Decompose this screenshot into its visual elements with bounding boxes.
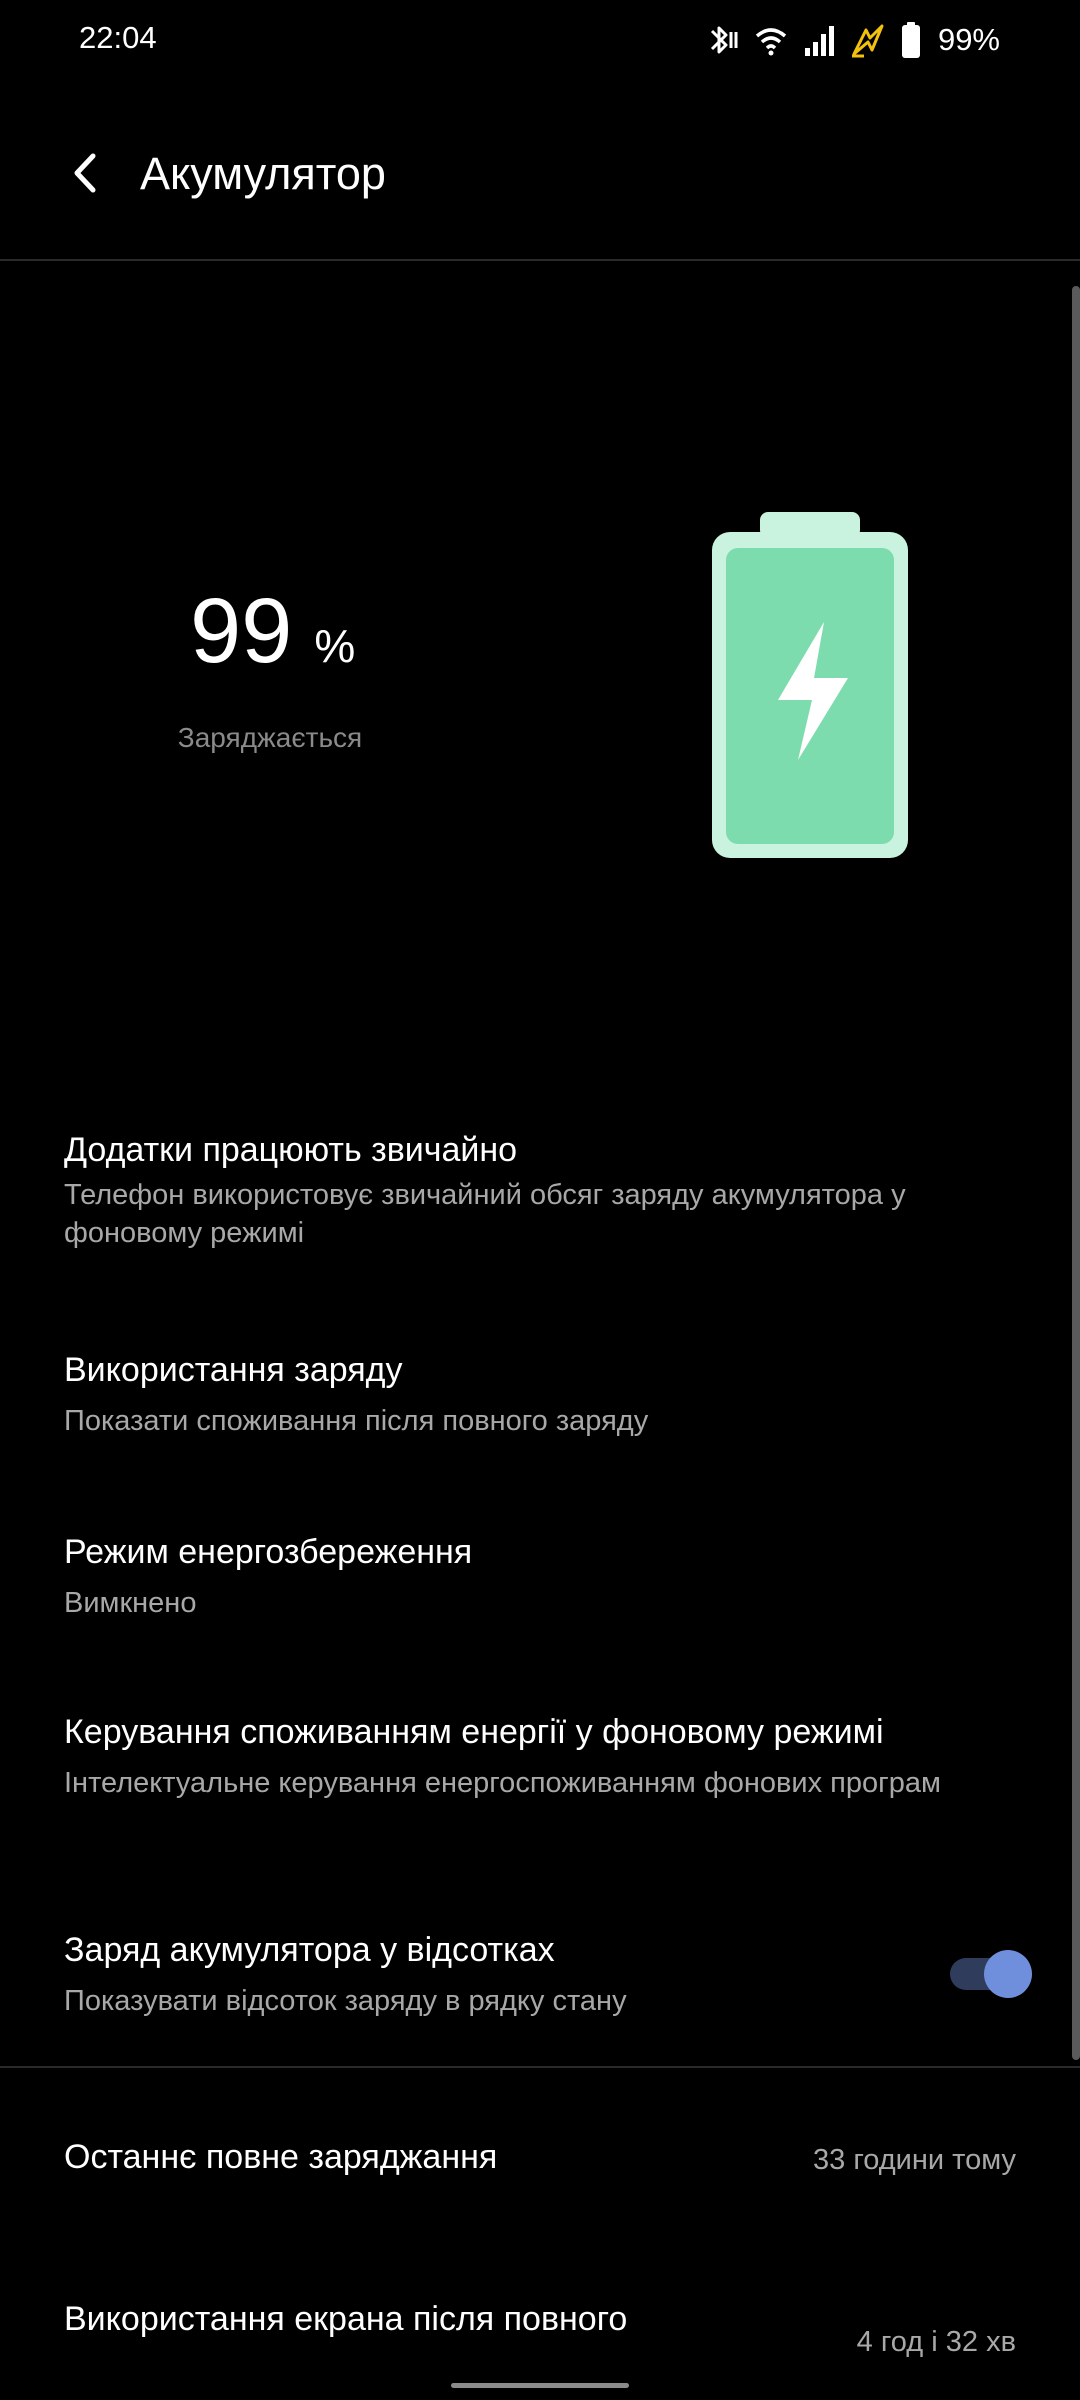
section-divider [0, 2066, 1080, 2068]
info-label: Використання екрана після повного [64, 2300, 628, 2338]
battery-settings-screen: 22:04 99% Акумулятор 99 % Заряджається Д… [0, 0, 1080, 2400]
list-item-battery-usage[interactable]: Використання заряду Показати споживання … [64, 1348, 1024, 1440]
battery-percentage-toggle[interactable] [950, 1950, 1034, 1998]
status-bar: 22:04 99% [0, 0, 1080, 80]
info-value: 33 години тому [813, 2144, 1016, 2176]
page-title: Акумулятор [140, 148, 386, 199]
item-title: Додатки працюють звичайно [64, 1131, 518, 1169]
item-title: Режим енергозбереження [64, 1533, 473, 1571]
scrollbar[interactable] [1072, 286, 1080, 2060]
status-time: 22:04 [79, 20, 157, 55]
item-subtitle: Вимкнено [64, 1587, 197, 1620]
charging-icon [850, 20, 886, 60]
toggle-thumb [984, 1950, 1032, 1998]
info-row-last-full-charge: Останнє повне заряджання 33 години тому [64, 2138, 1016, 2177]
signal-icon [802, 20, 836, 60]
bluetooth-icon [706, 20, 740, 60]
wifi-icon [754, 20, 788, 60]
status-battery-percent: 99% [937, 22, 1000, 57]
back-button[interactable] [50, 140, 120, 210]
status-icons: 99% [706, 18, 1000, 62]
list-item-battery-percentage[interactable]: Заряд акумулятора у відсотках Показувати… [64, 1928, 904, 2020]
item-subtitle: Телефон використовує звичайний обсяг зар… [64, 1179, 906, 1250]
charging-status: Заряджається [177, 722, 363, 753]
item-title: Використання заряду [64, 1351, 403, 1389]
list-item-app-behavior[interactable]: Додатки працюють звичайно Телефон викори… [64, 1128, 1024, 1253]
battery-icon [900, 20, 922, 60]
header-divider [0, 259, 1080, 261]
item-subtitle: Інтелектуальне керування енергоспоживанн… [64, 1767, 941, 1800]
battery-level-unit: % [314, 620, 356, 672]
battery-charging-icon [710, 510, 910, 860]
app-bar: Акумулятор [0, 110, 1080, 240]
list-item-power-saving[interactable]: Режим енергозбереження Вимкнено [64, 1530, 1024, 1622]
item-subtitle: Показати споживання після повного заряду [64, 1405, 649, 1438]
item-title: Заряд акумулятора у відсотках [64, 1931, 555, 1969]
battery-level-value: 99 [190, 580, 293, 682]
item-subtitle: Показувати відсоток заряду в рядку стану [64, 1985, 627, 2018]
list-item-background-power[interactable]: Керування споживанням енергії у фоновому… [64, 1710, 1024, 1802]
back-arrow-icon [65, 148, 105, 203]
battery-level-display: 99 % [190, 585, 355, 677]
info-value: 4 год і 32 хв [856, 2326, 1016, 2358]
navigation-handle[interactable] [451, 2383, 629, 2388]
info-label: Останнє повне заряджання [64, 2138, 498, 2176]
info-row-screen-usage: Використання екрана після повного 4 год … [64, 2300, 1016, 2358]
item-title: Керування споживанням енергії у фоновому… [64, 1713, 884, 1751]
